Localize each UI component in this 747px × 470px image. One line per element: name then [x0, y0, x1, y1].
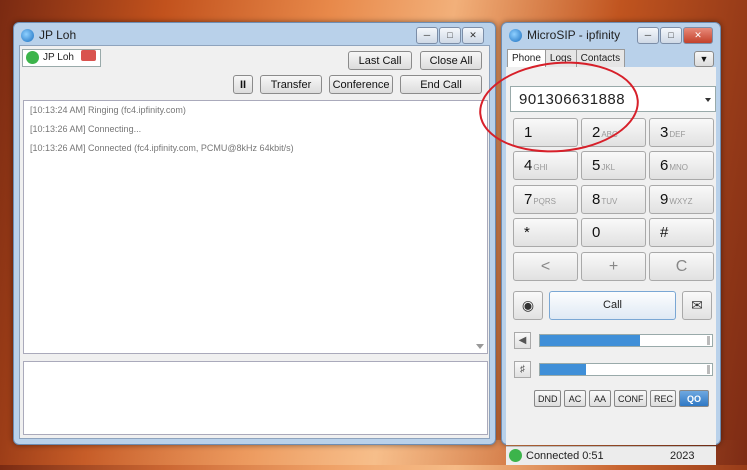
- message-button[interactable]: ✉: [682, 291, 712, 320]
- call-log: [10:13:24 AM] Ringing (fc4.ipfinity.com)…: [23, 100, 488, 354]
- chat-icon: ✉: [691, 297, 703, 313]
- mic-volume-slider[interactable]: [539, 363, 713, 376]
- speaker-volume-fill: [540, 335, 640, 346]
- call-window: JP Loh ─ □ ✕ JP Loh Last Call Close All …: [13, 22, 496, 445]
- last-call-button[interactable]: Last Call: [348, 51, 412, 70]
- speaker-icon: ◀: [518, 335, 527, 346]
- key-6[interactable]: 6MNO: [649, 151, 714, 180]
- call-status: Connected 0:51: [526, 450, 604, 462]
- call-window-titlebar[interactable]: JP Loh ─ □ ✕: [14, 23, 495, 47]
- log-line: [10:13:26 AM] Connecting...: [30, 124, 142, 134]
- presence-online-icon[interactable]: [509, 449, 522, 462]
- dropdown-caret-icon[interactable]: [705, 98, 711, 102]
- close-button[interactable]: ✕: [462, 27, 484, 44]
- mic-volume-fill: [540, 364, 587, 375]
- end-call-button[interactable]: End Call: [400, 75, 482, 94]
- microsip-window: MicroSIP - ipfinity ─ □ ✕ Phone Logs Conta…: [501, 22, 721, 465]
- clear-key[interactable]: C: [649, 252, 714, 281]
- presence-online-icon: [26, 51, 39, 64]
- log-line: [10:13:24 AM] Ringing (fc4.ipfinity.com): [30, 105, 186, 115]
- tab-phone[interactable]: Phone: [507, 49, 546, 67]
- call-button[interactable]: Call: [549, 291, 676, 320]
- microsip-title: MicroSIP - ipfinity: [527, 28, 621, 42]
- key-2[interactable]: 2ABC: [581, 118, 646, 147]
- key-star[interactable]: *: [513, 218, 578, 247]
- key-4[interactable]: 4GHI: [513, 151, 578, 180]
- status-year: 2023: [670, 450, 695, 462]
- conference-toggle-button[interactable]: CONF: [614, 390, 647, 407]
- dnd-button[interactable]: DND: [534, 390, 561, 407]
- key-0[interactable]: 0: [581, 218, 646, 247]
- webcam-icon: ◉: [521, 297, 535, 313]
- log-line: [10:13:26 AM] Connected (fc4.ipfinity.co…: [30, 143, 294, 153]
- record-button[interactable]: REC: [650, 390, 676, 407]
- dial-number-input[interactable]: 901306631888: [510, 86, 716, 112]
- pause-button[interactable]: II: [233, 75, 253, 94]
- microsip-tabs: Phone Logs Contacts: [507, 49, 626, 67]
- close-all-button[interactable]: Close All: [420, 51, 482, 70]
- call-tab-jp-loh[interactable]: JP Loh: [22, 49, 101, 67]
- dial-number-value: 901306631888: [519, 91, 626, 108]
- plus-key[interactable]: +: [581, 252, 646, 281]
- microsip-app-icon: [21, 29, 34, 42]
- menu-dropdown-button[interactable]: ▼: [694, 51, 714, 67]
- auto-answer-button[interactable]: AA: [589, 390, 611, 407]
- call-window-body: JP Loh Last Call Close All II Transfer C…: [19, 45, 490, 439]
- microphone-icon: ♯: [520, 364, 525, 375]
- speaker-mute-button[interactable]: ◀: [514, 332, 531, 349]
- microsip-app-icon: [509, 29, 522, 42]
- video-call-button[interactable]: ◉: [513, 291, 543, 320]
- speaker-volume-slider[interactable]: [539, 334, 713, 347]
- key-3[interactable]: 3DEF: [649, 118, 714, 147]
- microsip-titlebar[interactable]: MicroSIP - ipfinity ─ □ ✕: [502, 23, 720, 47]
- key-9[interactable]: 9WXYZ: [649, 185, 714, 214]
- key-1[interactable]: 1: [513, 118, 578, 147]
- conference-button[interactable]: Conference: [329, 75, 393, 94]
- close-button[interactable]: ✕: [683, 27, 713, 44]
- call-window-title: JP Loh: [39, 28, 77, 42]
- slider-end: [707, 336, 710, 345]
- maximize-button[interactable]: □: [439, 27, 461, 44]
- tab-logs[interactable]: Logs: [544, 49, 577, 67]
- minimize-button[interactable]: ─: [416, 27, 438, 44]
- backspace-key[interactable]: <: [513, 252, 578, 281]
- mic-mute-button[interactable]: ♯: [514, 361, 531, 378]
- voicemail-button[interactable]: QO: [679, 390, 709, 407]
- scroll-down-icon[interactable]: [476, 344, 484, 349]
- slider-end: [707, 365, 710, 374]
- close-tab-icon[interactable]: [80, 50, 96, 61]
- minimize-button[interactable]: ─: [637, 27, 659, 44]
- key-5[interactable]: 5JKL: [581, 151, 646, 180]
- key-7[interactable]: 7PQRS: [513, 185, 578, 214]
- transfer-button[interactable]: Transfer: [260, 75, 322, 94]
- tab-contacts[interactable]: Contacts: [575, 49, 626, 67]
- maximize-button[interactable]: □: [660, 27, 682, 44]
- message-input[interactable]: [23, 361, 488, 435]
- key-hash[interactable]: #: [649, 218, 714, 247]
- call-tab-label: JP Loh: [43, 52, 74, 63]
- auto-conference-button[interactable]: AC: [564, 390, 586, 407]
- key-8[interactable]: 8TUV: [581, 185, 646, 214]
- status-bar: Connected 0:51 2023: [506, 446, 716, 465]
